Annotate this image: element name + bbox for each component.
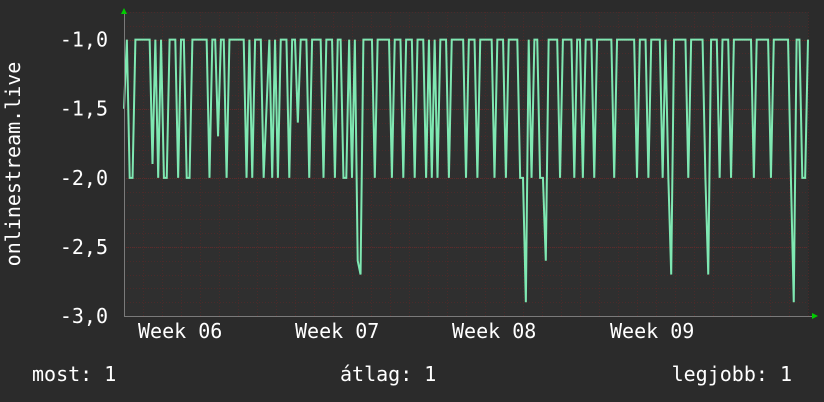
y-tick-label: -1,5	[60, 97, 108, 121]
x-axis-arrow	[812, 313, 818, 319]
x-tick-label: Week 08	[452, 319, 536, 343]
current-value: most: 1	[32, 362, 117, 386]
best-value: legjobb: 1	[671, 362, 792, 386]
line-chart: onlinestream.live -1,0 -1,5 -2,0 -2,5 -3,0 We…	[1, 8, 818, 343]
average-value: átlag: 1	[340, 362, 437, 386]
x-tick-label: Week 07	[295, 319, 379, 343]
chart-container: onlinestream.live -1,0 -1,5 -2,0 -2,5 -3,0 We…	[0, 0, 824, 402]
y-axis-arrow	[121, 8, 127, 14]
y-tick-label: -2,5	[60, 235, 108, 259]
stats-row: most: 1 átlag: 1 legjobb: 1	[0, 362, 824, 388]
y-tick-label: -2,0	[60, 166, 108, 190]
y-tick-label: -3,0	[60, 304, 108, 328]
x-tick-label: Week 06	[138, 319, 222, 343]
x-tick-label: Week 09	[610, 319, 694, 343]
y-tick-label: -1,0	[60, 28, 108, 52]
y-axis-label: onlinestream.live	[1, 62, 25, 267]
